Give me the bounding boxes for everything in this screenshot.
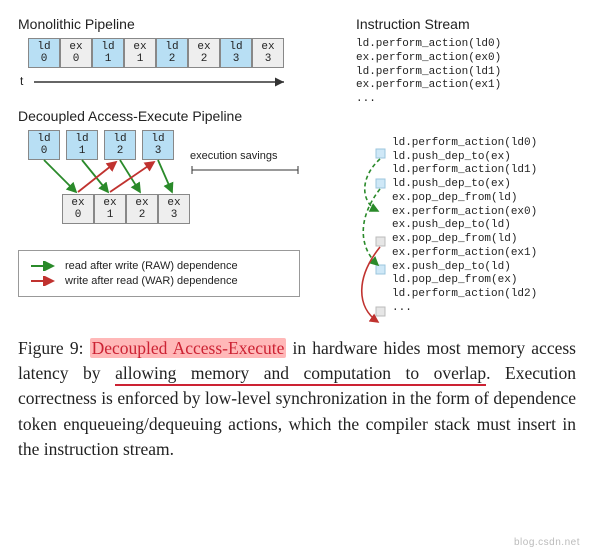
pipeline-cell: ld2 (104, 130, 136, 160)
pipeline-cell: ex2 (188, 38, 220, 68)
sync-arrows-icon (350, 147, 390, 337)
pipeline-cell: ld2 (156, 38, 188, 68)
pipeline-cell: ex0 (60, 38, 92, 68)
dae-ld-row: ld0 ld1 ld2 ld3 (28, 130, 180, 160)
pipeline-cell: ex1 (94, 194, 126, 224)
istream-code: ld.perform_action(ld0) ex.perform_action… (356, 38, 576, 107)
raw-arrow-icon (29, 261, 57, 271)
monolithic-cells: ld0 ex0 ld1 ex1 ld2 ex2 ld3 ex3 (28, 38, 338, 68)
time-axis: t (26, 74, 338, 90)
war-arrow-icon (29, 276, 57, 286)
legend-raw-label: read after write (RAW) dependence (65, 260, 238, 272)
pipeline-cell: ld3 (142, 130, 174, 160)
pipeline-cell: ex2 (126, 194, 158, 224)
legend-war-label: write after read (WAR) dependence (65, 275, 238, 287)
monolithic-title: Monolithic Pipeline (18, 16, 338, 32)
figure-caption: Figure 9: Decoupled Access-Execute in ha… (18, 336, 576, 463)
pipeline-cell: ex1 (124, 38, 156, 68)
figure-label: Figure 9: (18, 338, 83, 358)
pipeline-cell: ex3 (252, 38, 284, 68)
pipeline-cell: ld0 (28, 38, 60, 68)
pipeline-cell: ld3 (220, 38, 252, 68)
caption-highlight: Decoupled Access-Execute (90, 338, 287, 358)
dae-ex-row: ex0 ex1 ex2 ex3 (62, 194, 190, 224)
caption-underline: allowing memory and computation to overl… (115, 363, 486, 386)
pipeline-cell: ld0 (28, 130, 60, 160)
execution-savings-label: execution savings (190, 150, 300, 176)
dependence-legend: read after write (RAW) dependence write … (18, 250, 300, 297)
istream-title: Instruction Stream (356, 16, 576, 32)
pipeline-cell: ex0 (62, 194, 94, 224)
istream2-code: ld.perform_action(ld0) ld.push_dep_to(ex… (392, 137, 576, 316)
pipeline-cell: ld1 (66, 130, 98, 160)
watermark: blog.csdn.net (514, 537, 580, 548)
dae-title: Decoupled Access-Execute Pipeline (18, 108, 338, 124)
pipeline-cell: ex3 (158, 194, 190, 224)
pipeline-cell: ld1 (92, 38, 124, 68)
